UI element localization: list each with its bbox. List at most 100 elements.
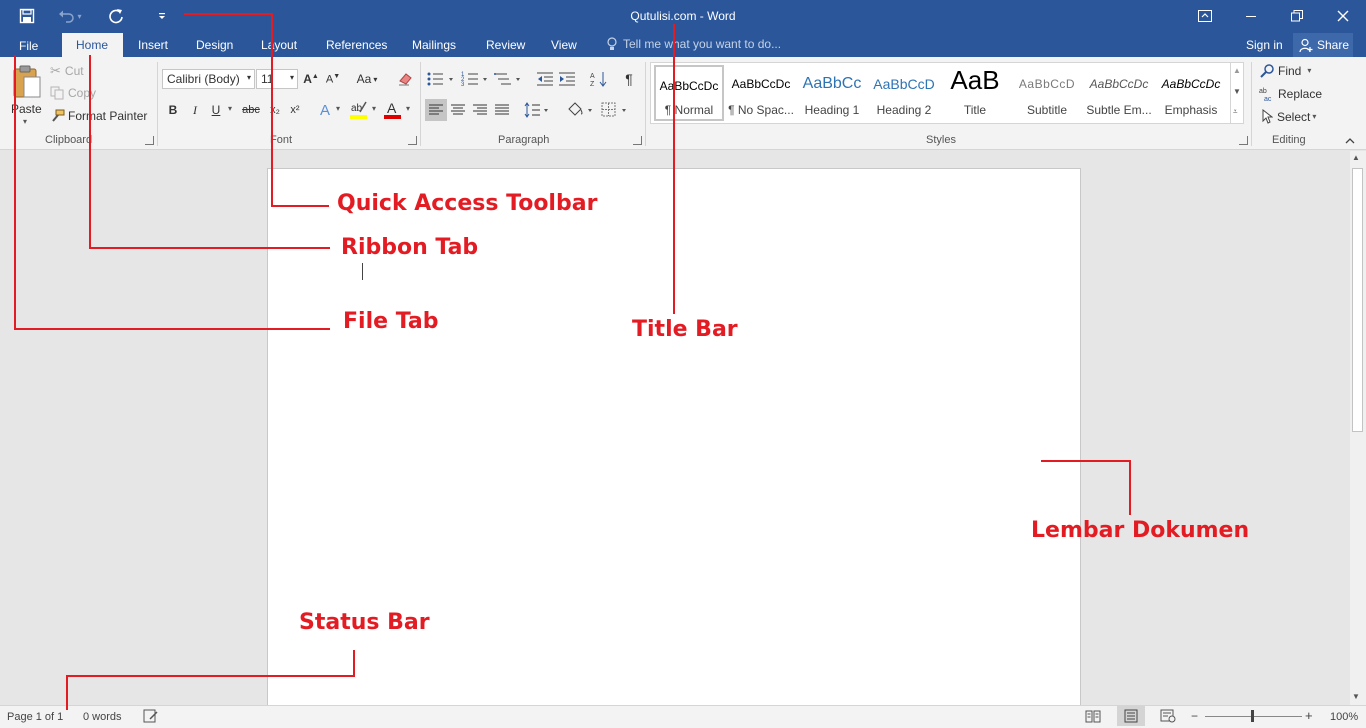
paintbrush-icon <box>52 109 65 122</box>
font-family-select[interactable]: Calibri (Body) ▾ <box>162 69 255 89</box>
align-center-button[interactable] <box>449 99 467 121</box>
chevron-down-icon[interactable]: ▾ <box>406 104 410 113</box>
italic-button[interactable]: I <box>186 101 204 119</box>
tab-view[interactable]: View <box>551 38 577 52</box>
paint-bucket-icon <box>568 102 592 116</box>
cut-button[interactable]: ✂ Cut <box>50 63 84 79</box>
gallery-more-icon[interactable]: ⩡ <box>1233 107 1238 117</box>
scrollbar-thumb[interactable] <box>1352 168 1363 432</box>
shading-button[interactable] <box>565 99 595 121</box>
styles-dialog-launcher[interactable] <box>1239 136 1248 145</box>
web-layout-button[interactable] <box>1160 709 1176 726</box>
scroll-down-icon[interactable]: ▼ <box>1352 692 1360 701</box>
close-button[interactable] <box>1320 0 1366 32</box>
clear-formatting-button[interactable] <box>396 70 414 88</box>
zoom-slider-thumb[interactable] <box>1251 710 1254 722</box>
font-group-label: Font <box>270 134 293 146</box>
sign-in-link[interactable]: Sign in <box>1246 38 1283 52</box>
style-name: Title <box>963 103 987 117</box>
tab-file[interactable]: File <box>19 39 38 53</box>
show-formatting-button[interactable]: ¶ <box>620 70 638 88</box>
font-size-select[interactable]: 11 ▾ <box>256 69 298 89</box>
bullets-icon <box>427 72 453 86</box>
justify-button[interactable] <box>493 99 511 121</box>
paragraph-dialog-launcher[interactable] <box>633 136 642 145</box>
zoom-level[interactable]: 100% <box>1330 711 1358 723</box>
tab-mailings[interactable]: Mailings <box>412 38 456 52</box>
chevron-down-icon[interactable]: ▾ <box>228 104 232 113</box>
editing-group-label: Editing <box>1272 134 1306 146</box>
clipboard-dialog-launcher[interactable] <box>145 136 154 145</box>
multilevel-list-icon <box>494 73 520 85</box>
scroll-up-icon[interactable]: ▲ <box>1352 153 1360 162</box>
style-subtitle[interactable]: AaBbCcD Subtitle <box>1012 65 1082 121</box>
increase-indent-button[interactable] <box>558 70 576 88</box>
font-color-button[interactable]: A <box>384 100 402 120</box>
style-subtle-emphasis[interactable]: AaBbCcDc Subtle Em... <box>1084 65 1154 121</box>
style-heading-2[interactable]: AaBbCcD Heading 2 <box>869 65 939 121</box>
tell-me-box[interactable]: Tell me what you want to do... <box>606 37 781 51</box>
numbering-button[interactable]: 1 2 3 <box>461 70 491 88</box>
multilevel-list-button[interactable] <box>494 70 524 88</box>
format-painter-button[interactable]: Format Painter <box>50 109 147 123</box>
increase-indent-icon <box>559 72 575 86</box>
shrink-font-button[interactable]: A▼ <box>324 70 342 88</box>
style-emphasis[interactable]: AaBbCcDc Emphasis <box>1156 65 1226 121</box>
decrease-indent-button[interactable] <box>536 70 554 88</box>
chevron-down-icon[interactable]: ▾ <box>336 104 340 113</box>
proofing-button[interactable] <box>143 709 159 726</box>
change-case-button[interactable]: Aa ▾ <box>352 70 382 88</box>
style-sample: AaBbCcDc <box>659 79 719 93</box>
cursor-arrow-icon <box>1262 109 1273 124</box>
minimize-button[interactable] <box>1228 0 1274 32</box>
align-right-button[interactable] <box>471 99 489 121</box>
read-mode-button[interactable] <box>1085 709 1101 726</box>
style-name: ¶ No Spac... <box>728 103 794 117</box>
line-spacing-button[interactable] <box>524 99 552 121</box>
align-left-button[interactable] <box>425 99 447 121</box>
font-dialog-launcher[interactable] <box>408 136 417 145</box>
highlight-color-button[interactable]: ab <box>350 100 368 120</box>
text-effects-button[interactable]: A <box>316 101 334 119</box>
bullets-button[interactable] <box>426 70 456 88</box>
style-normal[interactable]: AaBbCcDc ¶ Normal <box>654 65 724 121</box>
print-layout-button[interactable] <box>1117 706 1145 726</box>
tab-design[interactable]: Design <box>196 38 233 52</box>
bold-button[interactable]: B <box>164 101 182 119</box>
grow-font-button[interactable]: A▲ <box>302 70 320 88</box>
annotation-line <box>271 13 273 207</box>
share-button[interactable]: Share <box>1293 33 1353 57</box>
replace-button[interactable]: ab ac Replace <box>1259 86 1322 102</box>
borders-button[interactable] <box>600 99 630 121</box>
tab-layout[interactable]: Layout <box>261 38 297 52</box>
ribbon-display-options-button[interactable] <box>1182 0 1228 32</box>
strikethrough-button[interactable]: abc <box>240 101 262 119</box>
tab-home[interactable]: Home <box>76 38 108 52</box>
find-label: Find <box>1278 63 1302 78</box>
tab-review[interactable]: Review <box>486 38 525 52</box>
tab-references[interactable]: References <box>326 38 387 52</box>
pilcrow-icon: ¶ <box>625 71 633 87</box>
underline-button[interactable]: U <box>207 101 225 119</box>
zoom-in-icon[interactable]: + <box>1305 708 1313 723</box>
word-count[interactable]: 0 words <box>83 711 122 723</box>
chevron-down-icon[interactable]: ▾ <box>372 104 376 113</box>
gallery-down-icon[interactable]: ▼ <box>1233 87 1241 96</box>
style-heading-1[interactable]: AaBbCc Heading 1 <box>797 65 867 121</box>
sort-button[interactable]: A Z <box>590 70 608 88</box>
style-title[interactable]: AaB Title <box>940 65 1010 121</box>
restore-button[interactable] <box>1274 0 1320 32</box>
style-no-spacing[interactable]: AaBbCcDc ¶ No Spac... <box>726 65 796 121</box>
subscript-button[interactable]: x₂ <box>266 101 284 119</box>
select-button[interactable]: Select ▾ <box>1261 109 1316 124</box>
annotation-line <box>1041 460 1131 462</box>
find-button[interactable]: Find ▾ <box>1260 63 1311 78</box>
annotation-status-bar: Status Bar <box>299 610 430 635</box>
zoom-out-icon[interactable]: − <box>1191 709 1198 723</box>
align-right-icon <box>473 104 487 115</box>
tab-insert[interactable]: Insert <box>138 38 168 52</box>
collapse-ribbon-button[interactable] <box>1345 136 1355 147</box>
superscript-button[interactable]: x² <box>286 101 304 119</box>
gallery-up-icon[interactable]: ▲ <box>1233 66 1241 75</box>
page-count[interactable]: Page 1 of 1 <box>7 711 63 723</box>
